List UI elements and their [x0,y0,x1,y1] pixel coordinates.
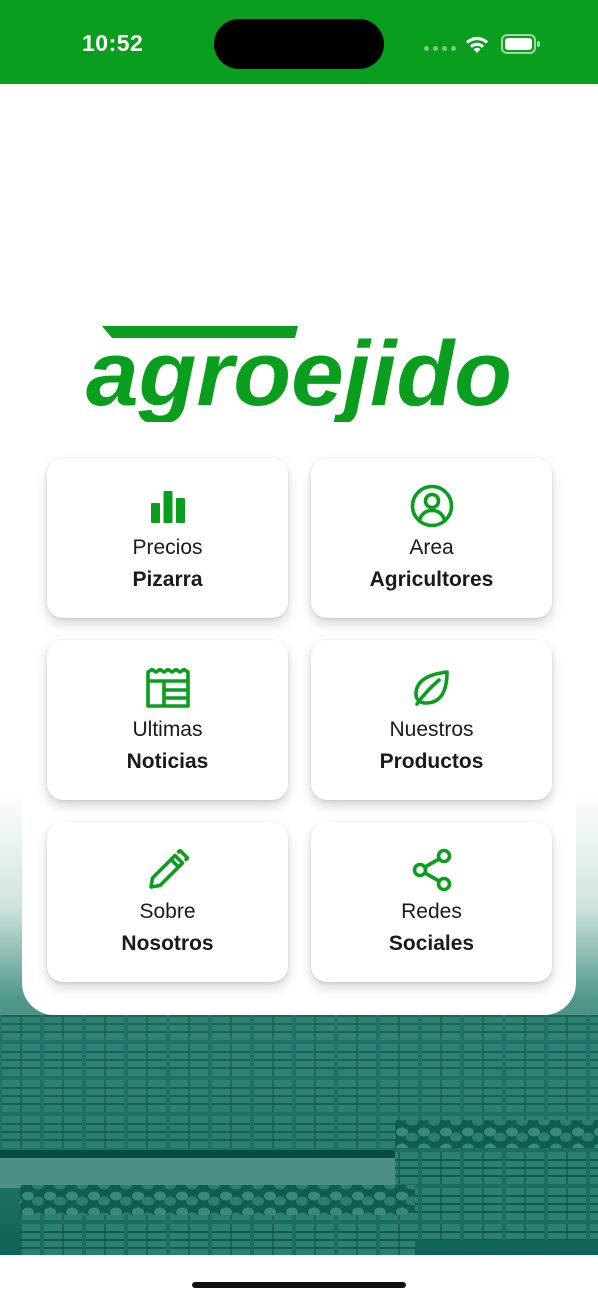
card-line2: Productos [379,750,484,773]
card-line1: Redes [401,900,462,923]
card-line2: Agricultores [369,568,494,591]
menu-grid: Precios Pizarra Area Agricultores Ultima… [47,458,552,982]
card-line1: Precios [132,536,203,559]
brand-logo: agroejido [86,323,512,422]
card-line1: Sobre [139,900,196,923]
card-line1: Area [409,536,454,559]
sobre-nosotros-button[interactable]: Sobre Nosotros [47,822,288,982]
cellular-signal-icon [424,46,456,51]
precios-pizarra-button[interactable]: Precios Pizarra [47,458,288,618]
ultimas-noticias-button[interactable]: Ultimas Noticias [47,640,288,800]
newspaper-icon [47,666,288,710]
status-time: 10:52 [82,30,144,56]
user-circle-icon [311,484,552,528]
status-bar: 10:52 [0,0,598,84]
dynamic-island [214,19,384,69]
pencil-icon [47,848,288,892]
leaf-icon [311,666,552,710]
redes-sociales-button[interactable]: Redes Sociales [311,822,552,982]
share-icon [311,848,552,892]
svg-text:agroejido: agroejido [86,323,512,422]
area-agricultores-button[interactable]: Area Agricultores [311,458,552,618]
bar-chart-icon [47,484,288,528]
card-line1: Ultimas [132,718,203,741]
card-line1: Nuestros [389,718,474,741]
card-line2: Noticias [126,750,209,773]
card-line2: Nosotros [121,932,214,955]
home-indicator [192,1282,406,1288]
nuestros-productos-button[interactable]: Nuestros Productos [311,640,552,800]
battery-icon [501,34,540,54]
wifi-icon [465,36,489,53]
card-line2: Sociales [388,932,475,955]
card-line2: Pizarra [132,568,203,591]
